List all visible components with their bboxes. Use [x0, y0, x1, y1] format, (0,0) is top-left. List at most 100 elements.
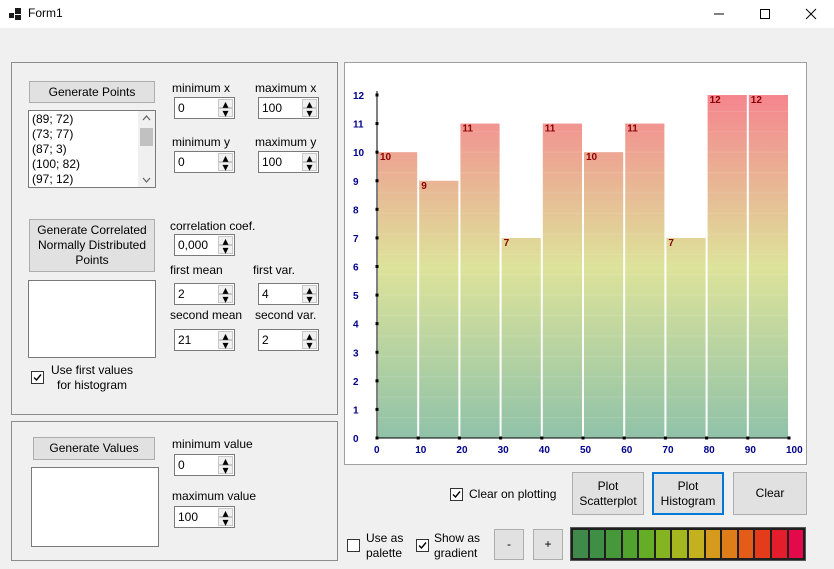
- x-tick-mark: [787, 436, 791, 440]
- generate-correlated-button[interactable]: Generate Correlated Normally Distributed…: [29, 219, 155, 272]
- max-value-input[interactable]: 100 ▴ ▾: [174, 506, 235, 529]
- min-y-input[interactable]: 0 ▴ ▾: [174, 151, 235, 174]
- palette-swatch[interactable]: [606, 530, 621, 558]
- histogram-bar: [501, 237, 541, 438]
- min-x-spinner[interactable]: ▴ ▾: [218, 97, 233, 120]
- min-value-label: minimum value: [172, 437, 253, 451]
- palette-swatch[interactable]: [622, 530, 638, 558]
- x-tick-label: 50: [580, 445, 592, 456]
- max-x-spinner[interactable]: ▴ ▾: [302, 97, 317, 120]
- bar-value-label: 12: [710, 95, 722, 106]
- window-title: Form1: [28, 6, 63, 20]
- minimize-button[interactable]: [696, 0, 742, 28]
- use-first-values-checkbox[interactable]: [31, 371, 44, 384]
- palette-swatch[interactable]: [689, 530, 704, 558]
- y-tick-mark: [375, 293, 379, 297]
- x-tick-label: 10: [415, 445, 427, 456]
- min-x-input[interactable]: 0 ▴ ▾: [174, 97, 235, 120]
- second-mean-spinner[interactable]: ▴ ▾: [218, 329, 233, 352]
- decrease-colors-button[interactable]: -: [494, 529, 524, 560]
- y-tick-label: 7: [353, 234, 359, 245]
- y-tick-mark: [375, 150, 379, 154]
- second-mean-label: second mean: [170, 308, 243, 322]
- palette-swatch[interactable]: [573, 530, 588, 558]
- first-mean-spinner[interactable]: ▴ ▾: [218, 283, 233, 306]
- y-tick-mark: [375, 179, 379, 183]
- histogram-bar: [748, 95, 788, 438]
- x-tick-label: 90: [745, 445, 757, 456]
- palette-swatch[interactable]: [655, 530, 671, 558]
- min-value-input[interactable]: 0 ▴ ▾: [174, 454, 235, 477]
- y-tick-label: 2: [353, 377, 359, 388]
- histogram-bar: [625, 123, 665, 439]
- bar-value-label: 9: [421, 181, 427, 192]
- min-value-spinner[interactable]: ▴ ▾: [218, 454, 233, 477]
- first-mean-input[interactable]: 2 ▴ ▾: [174, 283, 235, 306]
- clear-button[interactable]: Clear: [733, 472, 807, 515]
- bar-value-label: 12: [751, 95, 763, 106]
- y-tick-mark: [375, 350, 379, 354]
- scroll-thumb: [140, 128, 153, 146]
- first-var-spinner[interactable]: ▴ ▾: [302, 283, 317, 306]
- x-tick-mark: [705, 436, 709, 440]
- chart-panel[interactable]: 10 9 11 7 11 10 11 7 12 12 0 10 20 30 40 50 60 70 80 90 100…: [344, 62, 807, 465]
- correlation-spinner[interactable]: ▴ ▾: [218, 234, 233, 257]
- palette-swatch[interactable]: [788, 530, 804, 558]
- first-var-input[interactable]: 4 ▴ ▾: [258, 283, 319, 306]
- use-as-palette-checkbox[interactable]: [347, 539, 360, 552]
- y-tick-label: 0: [353, 434, 359, 445]
- x-tick-label: 20: [456, 445, 468, 456]
- listbox-scrollbar[interactable]: [138, 111, 155, 187]
- maximize-button[interactable]: [742, 0, 788, 28]
- list-item[interactable]: (100; 82): [29, 157, 155, 172]
- close-button[interactable]: [788, 0, 834, 28]
- y-tick-mark: [375, 207, 379, 211]
- palette-swatch[interactable]: [722, 530, 737, 558]
- list-item[interactable]: (89; 72): [29, 112, 155, 127]
- palette-swatch[interactable]: [738, 530, 754, 558]
- list-item[interactable]: (73; 77): [29, 127, 155, 142]
- max-x-input[interactable]: 100 ▴ ▾: [258, 97, 319, 120]
- palette-swatch[interactable]: [755, 530, 770, 558]
- list-item[interactable]: (97; 12): [29, 172, 155, 187]
- plot-scatterplot-button[interactable]: Plot Scatterplot: [572, 472, 644, 515]
- clear-on-plotting-checkbox[interactable]: [450, 488, 463, 501]
- minimize-icon: [714, 13, 724, 15]
- generate-points-button[interactable]: Generate Points: [29, 81, 155, 103]
- points-listbox[interactable]: (89; 72) (73; 77) (87; 3) (100; 82) (97; 12): [28, 110, 156, 188]
- second-var-spinner[interactable]: ▴ ▾: [302, 329, 317, 352]
- y-tick-mark: [375, 122, 379, 126]
- use-as-palette-label: Use as palette: [366, 531, 404, 560]
- palette-swatch[interactable]: [672, 530, 688, 558]
- y-tick-label: 4: [353, 320, 359, 331]
- max-y-input[interactable]: 100 ▴ ▾: [258, 151, 319, 174]
- second-mean-input[interactable]: 21 ▴ ▾: [174, 329, 235, 352]
- list-item[interactable]: (87; 3): [29, 142, 155, 157]
- second-var-input[interactable]: 2 ▴ ▾: [258, 329, 319, 352]
- increase-colors-button[interactable]: +: [533, 529, 563, 560]
- values-listbox[interactable]: [31, 467, 159, 547]
- palette-swatch[interactable]: [639, 530, 654, 558]
- show-as-gradient-checkbox[interactable]: [416, 539, 429, 552]
- generate-values-button[interactable]: Generate Values: [33, 437, 155, 460]
- min-y-spinner[interactable]: ▴ ▾: [218, 151, 233, 174]
- histogram-chart: 109117111011712 12 0 10 20 30 40 50 60 70 80 90 100…: [353, 91, 803, 456]
- palette-swatch[interactable]: [771, 530, 787, 558]
- y-tick-label: 3: [353, 348, 359, 359]
- max-value-spinner[interactable]: ▴ ▾: [218, 506, 233, 529]
- palette-swatch[interactable]: [589, 530, 605, 558]
- max-y-spinner[interactable]: ▴ ▾: [302, 151, 317, 174]
- histogram-bar: [666, 237, 706, 438]
- color-palette[interactable]: [570, 527, 806, 561]
- plot-histogram-button[interactable]: Plot Histogram: [652, 472, 724, 515]
- correlated-listbox[interactable]: [28, 280, 156, 358]
- y-tick-mark: [375, 436, 379, 440]
- first-var-label: first var.: [253, 263, 296, 277]
- x-tick-label: 80: [704, 445, 716, 456]
- correlation-input[interactable]: 0,000 ▴ ▾: [174, 234, 235, 257]
- x-tick-mark: [746, 436, 750, 440]
- scroll-up-icon: [142, 115, 151, 121]
- x-tick-label: 70: [662, 445, 674, 456]
- palette-swatch[interactable]: [705, 530, 721, 558]
- histogram-bar: [707, 95, 747, 438]
